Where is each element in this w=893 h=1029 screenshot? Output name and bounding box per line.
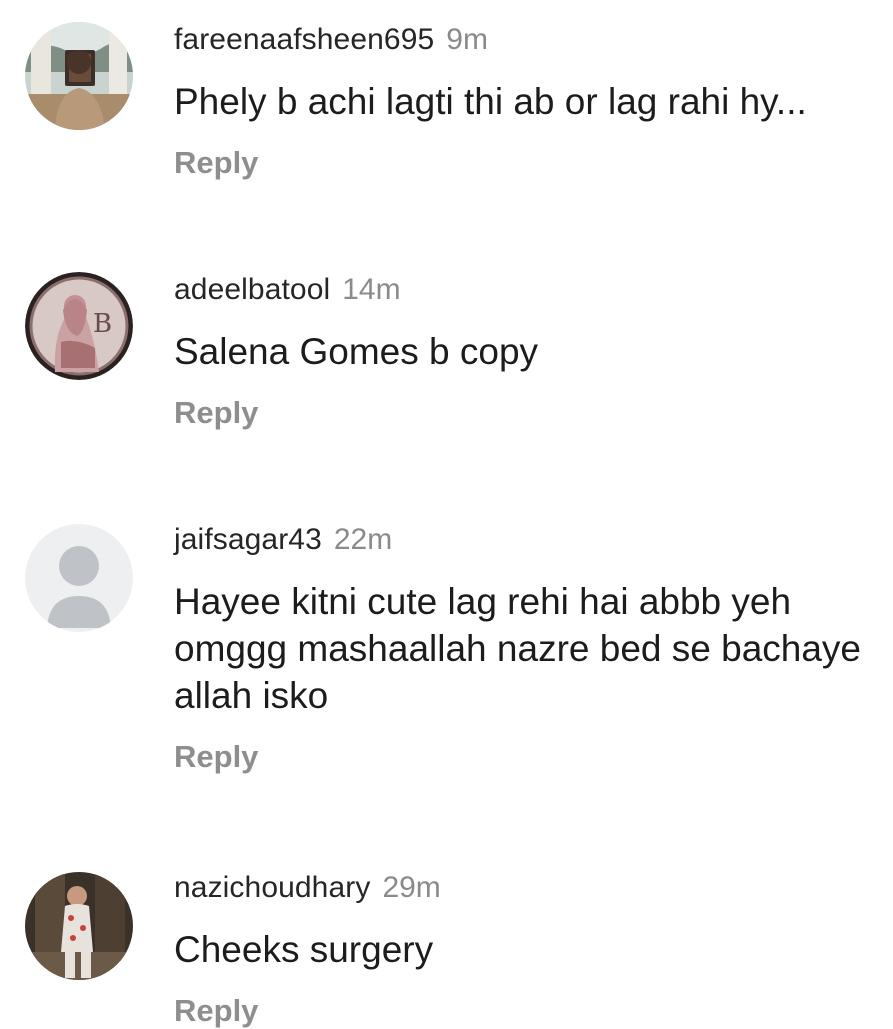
comment-meta: fareenaafsheen695 9m bbox=[174, 20, 883, 60]
comment-text: Phely b achi lagti thi ab or lag rahi hy… bbox=[174, 81, 807, 122]
comment-meta: adeelbatool 14m bbox=[174, 270, 883, 310]
reply-button[interactable]: Reply bbox=[174, 993, 258, 1029]
comment-text: Salena Gomes b copy bbox=[174, 331, 539, 372]
profile-photo-icon: B bbox=[25, 272, 133, 380]
username[interactable]: fareenaafsheen695 bbox=[174, 23, 434, 56]
comment-body: adeelbatool 14m Salena Gomes b copy Reply bbox=[174, 270, 883, 431]
comment-text: Hayee kitni cute lag rehi hai abbb yeh o… bbox=[174, 581, 862, 716]
comment-body: jaifsagar43 22m Hayee kitni cute lag rehi… bbox=[174, 520, 883, 775]
timestamp: 9m bbox=[446, 23, 488, 56]
avatar[interactable] bbox=[25, 524, 133, 632]
timestamp: 22m bbox=[333, 523, 393, 556]
avatar[interactable] bbox=[25, 22, 133, 130]
comment-body: nazichoudhary 29m Cheeks surgery Reply bbox=[174, 868, 883, 1029]
avatar[interactable] bbox=[25, 872, 133, 980]
username[interactable]: adeelbatool bbox=[174, 273, 330, 306]
reply-button[interactable]: Reply bbox=[174, 739, 258, 775]
avatar[interactable]: B bbox=[25, 272, 133, 380]
comment-text: Cheeks surgery bbox=[174, 929, 434, 970]
reply-button[interactable]: Reply bbox=[174, 145, 258, 181]
default-user-icon bbox=[25, 524, 133, 632]
comment-meta: jaifsagar43 22m bbox=[174, 520, 883, 560]
username[interactable]: nazichoudhary bbox=[174, 871, 370, 904]
timestamp: 14m bbox=[342, 273, 401, 306]
svg-text:B: B bbox=[93, 309, 112, 339]
comment-meta: nazichoudhary 29m bbox=[174, 868, 883, 908]
profile-photo-icon bbox=[25, 872, 133, 980]
comment-body: fareenaafsheen695 9m Phely b achi lagti t… bbox=[174, 20, 883, 181]
timestamp: 29m bbox=[382, 871, 441, 904]
reply-button[interactable]: Reply bbox=[174, 395, 258, 431]
username[interactable]: jaifsagar43 bbox=[174, 523, 322, 556]
profile-photo-icon bbox=[25, 22, 133, 130]
